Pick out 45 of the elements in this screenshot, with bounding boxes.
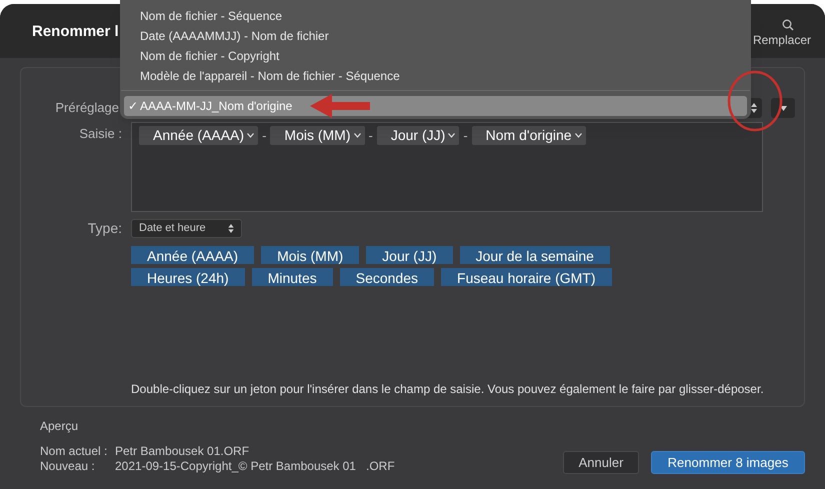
token-button[interactable]: Minutes bbox=[252, 268, 333, 286]
preview-value: 2021-09-15-Copyright_© Petr Bambousek 01 .ORF bbox=[115, 459, 395, 474]
token-separator: - bbox=[262, 127, 266, 145]
token-button[interactable]: Secondes bbox=[340, 268, 434, 286]
token-button[interactable]: Jour de la semaine bbox=[460, 246, 610, 264]
up-down-icon bbox=[228, 224, 234, 233]
search-icon bbox=[782, 19, 794, 31]
token-button[interactable]: Fuseau horaire (GMT) bbox=[441, 268, 612, 286]
entry-token[interactable]: Nom d'origine bbox=[472, 126, 586, 145]
triangle-down-icon bbox=[780, 106, 786, 110]
entry-label: Saisie : bbox=[78, 125, 122, 143]
menu-item[interactable]: Nom de fichier - Copyright bbox=[120, 46, 751, 66]
rename-button[interactable]: Renommer 8 images bbox=[651, 451, 805, 474]
menu-item[interactable]: Date (AAAAMMJJ) - Nom de fichier bbox=[120, 26, 751, 46]
replace-button[interactable]: Remplacer bbox=[752, 19, 811, 49]
menu-item[interactable]: Modèle de l'appareil - Nom de fichier - Séquence bbox=[120, 66, 751, 86]
entry-token[interactable]: Mois (MM) bbox=[270, 126, 365, 146]
arrow-annotation bbox=[310, 93, 370, 119]
circle-annotation bbox=[727, 70, 783, 132]
token-separator: - bbox=[463, 127, 468, 145]
options-dropdown[interactable] bbox=[771, 98, 795, 118]
menu-item[interactable]: Nom de fichier - Séquence bbox=[120, 6, 751, 26]
preview-title: Aperçu bbox=[40, 418, 80, 435]
preview-value: Petr Bambousek 01.ORF bbox=[115, 444, 250, 459]
token-button[interactable]: Mois (MM) bbox=[261, 246, 360, 264]
preview-label: Nouveau : bbox=[40, 459, 96, 474]
entry-field[interactable]: Année (AAAA) - Mois (MM) - Jour (JJ) - Nom d'origine bbox=[131, 122, 763, 212]
chevron-down-icon bbox=[448, 133, 456, 138]
hint-text: Double-cliquez sur un jeton pour l'insérer dans le champ de saisie. Vous pouvez également le faire par glisser-déposer. bbox=[131, 381, 765, 398]
entry-token[interactable]: Jour (JJ) bbox=[376, 126, 460, 146]
entry-token[interactable]: Année (AAAA) bbox=[139, 126, 258, 146]
window-title: Renommer l bbox=[32, 22, 119, 42]
token-button[interactable]: Année (AAAA) bbox=[131, 246, 254, 264]
type-label: Type: bbox=[86, 219, 122, 238]
type-select[interactable]: Date et heure bbox=[131, 219, 242, 238]
cancel-button[interactable]: Annuler bbox=[563, 451, 639, 474]
token-button[interactable]: Heures (24h) bbox=[131, 268, 245, 286]
menu-item[interactable]: ✓ AAAA-MM-JJ_Nom d'origine bbox=[124, 96, 747, 116]
chevron-down-icon bbox=[354, 133, 361, 138]
token-separator: - bbox=[368, 127, 373, 145]
preview-label: Nom actuel : bbox=[40, 444, 108, 459]
preset-label: Préréglage bbox=[54, 99, 119, 118]
chevron-down-icon bbox=[247, 133, 254, 138]
chevron-down-icon bbox=[574, 133, 582, 138]
token-button[interactable]: Jour (JJ) bbox=[366, 246, 453, 264]
